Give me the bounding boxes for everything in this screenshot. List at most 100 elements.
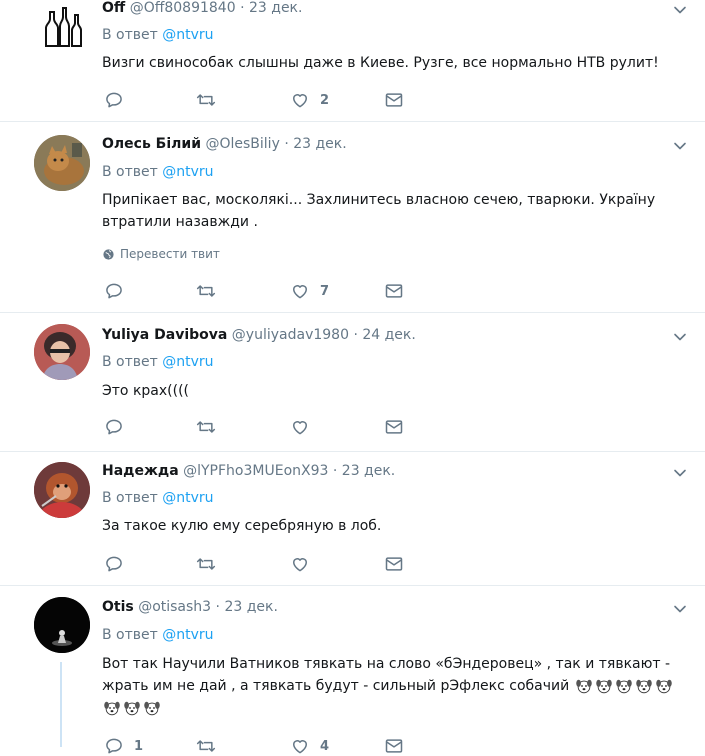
tweet[interactable]: Otis @otisash3 · 23 дек. В ответ @ntvru … bbox=[0, 586, 705, 747]
tweet[interactable]: Надежда @lYPFho3MUEonX93 · 23 дек. В отв… bbox=[0, 452, 705, 586]
display-name[interactable]: Надежда bbox=[102, 463, 179, 479]
display-name[interactable]: Олесь Білий bbox=[102, 136, 201, 152]
chevron-down-icon[interactable] bbox=[673, 602, 687, 616]
timestamp[interactable]: 23 дек. bbox=[342, 463, 395, 479]
tweet[interactable]: Off @Off80891840 · 23 дек. В ответ @ntvr… bbox=[0, 0, 705, 122]
reply-button[interactable] bbox=[104, 554, 134, 574]
heart-icon bbox=[290, 736, 310, 756]
dog-face-emoji-icon bbox=[595, 677, 613, 695]
handle[interactable]: @OlesBiliy bbox=[205, 136, 279, 152]
envelope-icon bbox=[384, 90, 404, 110]
cat-avatar[interactable] bbox=[34, 135, 90, 191]
reply-context: В ответ @ntvru bbox=[102, 627, 214, 643]
reply-icon bbox=[104, 736, 124, 756]
timestamp[interactable]: 23 дек. bbox=[293, 136, 346, 152]
tweet-text: Это крах(((( bbox=[102, 383, 190, 399]
display-name[interactable]: Yuliya Davibova bbox=[102, 327, 227, 343]
retweet-button[interactable] bbox=[196, 281, 226, 301]
display-name[interactable]: Off bbox=[102, 0, 125, 16]
timestamp[interactable]: 24 дек. bbox=[362, 327, 415, 343]
separator: · bbox=[215, 599, 220, 615]
separator: · bbox=[353, 327, 358, 343]
reply-to-link[interactable]: @ntvru bbox=[162, 354, 213, 370]
reply-prefix: В ответ bbox=[102, 27, 158, 43]
reply-button[interactable]: 1 bbox=[104, 736, 143, 756]
retweet-button[interactable] bbox=[196, 736, 226, 756]
reply-to-link[interactable]: @ntvru bbox=[162, 627, 213, 643]
reply-context: В ответ @ntvru bbox=[102, 490, 214, 506]
chevron-down-icon[interactable] bbox=[673, 466, 687, 480]
retweet-button[interactable] bbox=[196, 90, 226, 110]
reply-prefix: В ответ bbox=[102, 627, 158, 643]
reply-button[interactable] bbox=[104, 90, 134, 110]
like-button[interactable]: 4 bbox=[290, 736, 329, 756]
retweet-button[interactable] bbox=[196, 417, 226, 437]
monkey-avatar[interactable] bbox=[34, 462, 90, 518]
retweet-button[interactable] bbox=[196, 554, 226, 574]
timestamp[interactable]: 23 дек. bbox=[249, 0, 302, 16]
tweet-actions: 2 bbox=[104, 90, 424, 110]
like-button[interactable]: 7 bbox=[290, 281, 329, 301]
reply-button[interactable] bbox=[104, 417, 134, 437]
timestamp[interactable]: 23 дек. bbox=[224, 599, 277, 615]
retweet-icon bbox=[196, 554, 216, 574]
handle[interactable]: @otisash3 bbox=[138, 599, 211, 615]
reply-icon bbox=[104, 554, 124, 574]
reply-to-link[interactable]: @ntvru bbox=[162, 490, 213, 506]
reply-button[interactable] bbox=[104, 281, 134, 301]
chevron-down-icon[interactable] bbox=[673, 330, 687, 344]
like-button[interactable] bbox=[290, 554, 320, 574]
tweet-actions bbox=[104, 554, 424, 574]
woman-avatar[interactable] bbox=[34, 324, 90, 380]
translate-link[interactable]: Перевести твит bbox=[102, 247, 220, 261]
dog-face-emoji-icon bbox=[635, 677, 653, 695]
tweet[interactable]: Yuliya Davibova @yuliyadav1980 · 24 дек.… bbox=[0, 313, 705, 452]
tweet-text-line: жрать им не дай , а тявкать будут - силь… bbox=[102, 678, 570, 694]
dog-face-emoji-icon bbox=[143, 699, 161, 717]
tweet-text: Вот так Научили Ватников тявкать на слов… bbox=[102, 653, 702, 719]
retweet-icon bbox=[196, 736, 216, 756]
handle[interactable]: @yuliyadav1980 bbox=[232, 327, 349, 343]
dm-button[interactable] bbox=[384, 736, 404, 756]
reply-to-link[interactable]: @ntvru bbox=[162, 27, 213, 43]
dog-face-emoji-icon bbox=[615, 677, 633, 695]
dog-face-emoji-icon bbox=[103, 699, 121, 717]
chevron-down-icon[interactable] bbox=[673, 139, 687, 153]
bottles-avatar[interactable] bbox=[34, 2, 90, 58]
dog-face-emoji-icon bbox=[575, 677, 593, 695]
retweet-icon bbox=[196, 90, 216, 110]
dm-button[interactable] bbox=[384, 417, 404, 437]
dog-face-emoji-icon bbox=[655, 677, 673, 695]
like-count: 4 bbox=[320, 738, 330, 754]
display-name[interactable]: Otis bbox=[102, 599, 134, 615]
dm-button[interactable] bbox=[384, 554, 404, 574]
tweet-text: Визги свинособак слышны даже в Киеве. Ру… bbox=[102, 55, 659, 71]
heart-icon bbox=[290, 90, 310, 110]
reply-icon bbox=[104, 417, 124, 437]
retweet-icon bbox=[196, 417, 216, 437]
dm-button[interactable] bbox=[384, 281, 404, 301]
reply-to-link[interactable]: @ntvru bbox=[162, 164, 213, 180]
tweet-text: Припікает вас, москолякі... Захлинитесь … bbox=[102, 192, 656, 230]
tweet[interactable]: Олесь Білий @OlesBiliy · 23 дек. В ответ… bbox=[0, 122, 705, 313]
thread-line bbox=[60, 662, 62, 747]
reply-icon bbox=[104, 90, 124, 110]
retweet-icon bbox=[196, 281, 216, 301]
like-button[interactable]: 2 bbox=[290, 90, 329, 110]
tweet-text-line: Вот так Научили Ватников тявкать на слов… bbox=[102, 656, 671, 672]
dm-button[interactable] bbox=[384, 90, 404, 110]
chevron-down-icon[interactable] bbox=[673, 3, 687, 17]
dog-face-emoji-icon bbox=[123, 699, 141, 717]
separator: · bbox=[332, 463, 338, 479]
handle[interactable]: @lYPFho3MUEonX93 bbox=[183, 463, 328, 479]
separator: · bbox=[240, 0, 245, 16]
tweet-actions: 1 4 bbox=[104, 736, 424, 756]
separator: · bbox=[284, 136, 289, 152]
envelope-icon bbox=[384, 417, 404, 437]
like-button[interactable] bbox=[290, 417, 320, 437]
dark-figure-avatar[interactable] bbox=[34, 597, 90, 653]
tweet-actions bbox=[104, 417, 424, 437]
tweet-text-line-with-emoji: жрать им не дай , а тявкать будут - силь… bbox=[102, 675, 702, 697]
reply-icon bbox=[104, 281, 124, 301]
handle[interactable]: @Off80891840 bbox=[130, 0, 236, 16]
